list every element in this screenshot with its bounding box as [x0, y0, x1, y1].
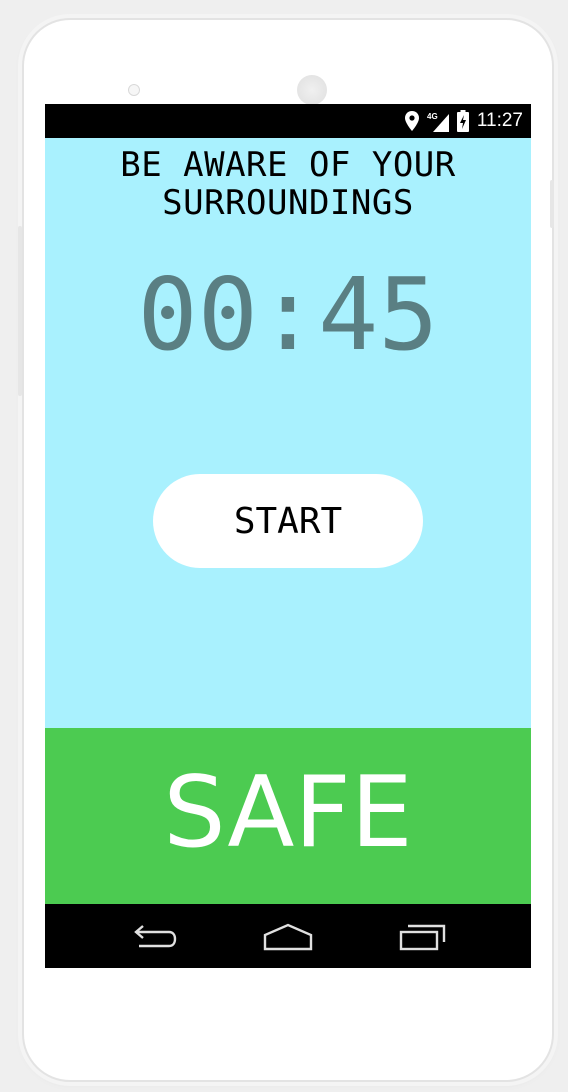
status-icons: 4G 11:27 — [404, 110, 523, 132]
page-title: BE AWARE OF YOUR SURROUNDINGS — [45, 146, 531, 222]
power-button — [550, 180, 554, 228]
safe-button[interactable]: SAFE — [45, 728, 531, 904]
back-icon — [134, 925, 177, 948]
location-icon — [404, 111, 419, 131]
network-type-label: 4G — [427, 112, 438, 121]
screen: 4G 11:27 BE AWARE OF YOUR SURROUNDINGS 0… — [45, 104, 531, 968]
status-bar: 4G 11:27 — [45, 104, 531, 138]
start-button[interactable]: START — [153, 474, 423, 568]
countdown-timer: 00:45 — [137, 256, 439, 373]
recents-button[interactable] — [393, 920, 453, 954]
heading-line-1: BE AWARE OF YOUR — [120, 145, 456, 185]
safe-label: SAFE — [163, 756, 413, 870]
battery-charging-icon — [456, 110, 469, 132]
volume-button — [18, 226, 22, 396]
navigation-bar — [45, 904, 531, 968]
front-camera — [128, 84, 140, 96]
main-content: BE AWARE OF YOUR SURROUNDINGS 00:45 STAR… — [45, 138, 531, 728]
status-clock: 11:27 — [476, 110, 523, 131]
heading-line-2: SURROUNDINGS — [162, 183, 414, 223]
page: 4G 11:27 BE AWARE OF YOUR SURROUNDINGS 0… — [0, 0, 568, 1092]
home-icon — [263, 923, 313, 951]
earpiece-speaker — [297, 75, 327, 105]
home-button[interactable] — [258, 920, 318, 954]
recents-icon — [399, 924, 446, 951]
4g-signal-icon: 4G — [427, 110, 449, 132]
back-button[interactable] — [123, 920, 183, 954]
